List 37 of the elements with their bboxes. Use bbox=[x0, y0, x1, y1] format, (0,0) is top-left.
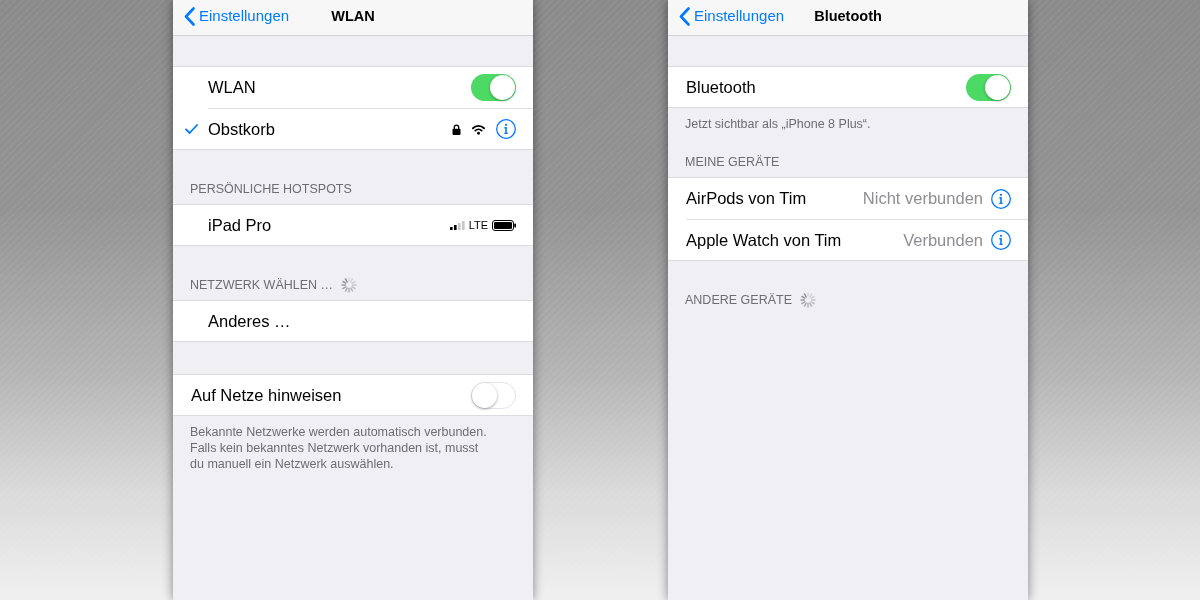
row-label: Anderes … bbox=[208, 310, 291, 332]
screen-title: Bluetooth bbox=[814, 6, 882, 26]
battery-icon bbox=[492, 219, 516, 231]
section-header: PERSÖNLICHE HOTSPOTS bbox=[190, 181, 352, 197]
connection-status: Nicht verbunden bbox=[862, 188, 983, 210]
info-icon[interactable] bbox=[496, 119, 516, 139]
row-label: Bluetooth bbox=[686, 76, 756, 98]
wifi-icon bbox=[471, 123, 486, 135]
connection-status: Verbunden bbox=[903, 229, 983, 251]
settings-row[interactable]: iPad Pro LTE bbox=[173, 204, 533, 246]
row-label: Apple Watch von Tim bbox=[686, 229, 842, 251]
section-header: NETZWERK WÄHLEN … bbox=[190, 277, 334, 293]
section-header: ANDERE GERÄTE bbox=[685, 292, 792, 308]
chevron-left-icon bbox=[184, 7, 195, 26]
info-icon[interactable] bbox=[991, 188, 1011, 209]
back-button[interactable]: Einstellungen bbox=[173, 5, 290, 28]
settings-row[interactable]: Apple Watch von Tim Verbunden bbox=[668, 219, 1028, 261]
toggle-switch[interactable] bbox=[471, 381, 516, 409]
toggle-switch[interactable] bbox=[471, 74, 516, 101]
toggle-switch[interactable] bbox=[966, 73, 1011, 101]
settings-row[interactable]: Obstkorb bbox=[173, 108, 533, 150]
screen-title: WLAN bbox=[331, 6, 375, 26]
back-button[interactable]: Einstellungen bbox=[668, 5, 785, 28]
signal-bars-icon bbox=[449, 220, 465, 230]
row-label: AirPods von Tim bbox=[686, 188, 807, 210]
row-label: WLAN bbox=[208, 77, 256, 99]
network-type-label: LTE bbox=[468, 219, 488, 231]
row-label: Auf Netze hinweisen bbox=[191, 384, 342, 406]
section-footer: Jetzt sichtbar als „iPhone 8 Plus“. bbox=[668, 108, 1028, 132]
chevron-left-icon bbox=[679, 7, 690, 26]
settings-row[interactable]: Anderes … bbox=[173, 300, 533, 342]
section-footer: Bekannte Netzwerke werden automatisch verbunden. Falls kein bekanntes Netzwerk vorhanden ist, musst du manuell ein Netzwerk auswählen. bbox=[173, 416, 533, 472]
settings-row[interactable]: AirPods von Tim Nicht verbunden bbox=[668, 177, 1028, 219]
row-label: Obstkorb bbox=[208, 118, 275, 140]
section-header: MEINE GERÄTE bbox=[685, 154, 780, 170]
info-icon[interactable] bbox=[991, 230, 1011, 250]
row-label: iPad Pro bbox=[208, 214, 272, 236]
